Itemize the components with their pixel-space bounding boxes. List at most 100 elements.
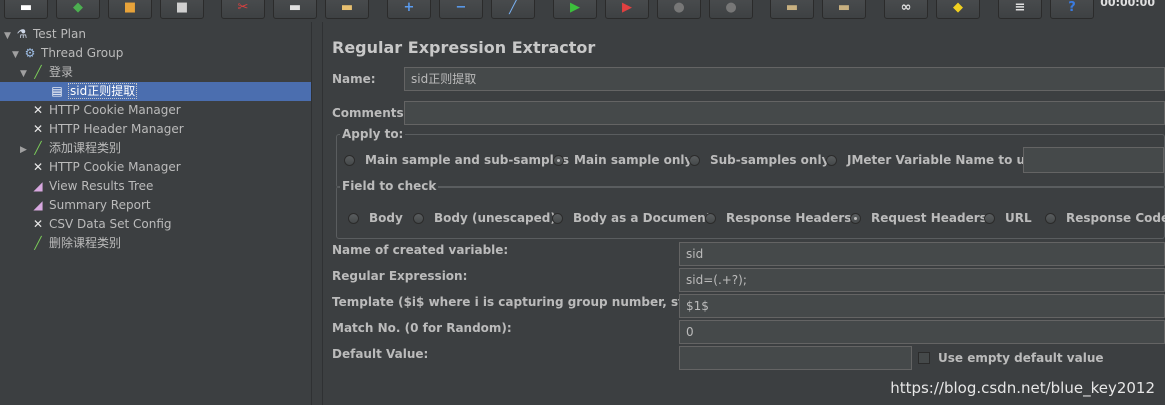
extractor-panel: Regular Expression Extractor Name: sid正则… [323,22,1165,405]
paste-icon: ▬ [340,0,354,15]
toggle-button[interactable]: ╱ [491,0,535,19]
jmeter-variable-field[interactable] [1023,147,1164,173]
radio-indicator [984,212,995,224]
copy-button[interactable]: ▬ [273,0,317,19]
open-icon: ■ [123,0,137,15]
tree-node[interactable]: ╱ 删除课程类别 [20,234,121,253]
watermark: https://blog.csdn.net/blue_key2012 [890,379,1155,397]
radio-indicator [552,212,563,224]
comments-label: Comments: [332,106,409,120]
radio-indicator [826,154,837,166]
default-value-field[interactable] [679,346,912,370]
expand-button[interactable]: + [387,0,431,19]
field-response-code-radio[interactable]: Response Code [1045,211,1165,225]
radio-indicator [413,212,424,224]
tree-node[interactable]: ✕ HTTP Cookie Manager [20,158,181,177]
stop-button[interactable]: ● [657,0,701,19]
clear-icon: ▬ [785,0,799,15]
search-button[interactable]: ∞ [884,0,928,19]
radio-indicator [344,154,355,166]
tree-node[interactable]: ▼ ⚙ Thread Group [12,44,123,63]
radio-label: Response Code [1066,211,1165,225]
paste-button[interactable]: ▬ [325,0,369,19]
toggle-icon: ╱ [509,0,517,15]
name-label: Name: [332,72,376,86]
expand-icon: + [403,0,415,15]
regex-label: Regular Expression: [332,269,468,283]
created-variable-field[interactable]: sid [679,242,1165,266]
radio-label: JMeter Variable Name to use [847,153,1041,167]
apply-main-only-radio[interactable]: Main sample only [553,153,692,167]
field-body-radio[interactable]: Body [348,211,403,225]
search-icon: ∞ [900,0,912,15]
template-field[interactable]: $1$ [679,294,1165,318]
tree-node[interactable]: ▤ sid正则提取 [0,82,350,101]
copy-icon: ▬ [288,0,302,15]
start-no-pauses-button[interactable]: ▶ [605,0,649,19]
radio-label: Body (unescaped) [434,211,556,225]
tree-node[interactable]: ▼ ⚗ Test Plan [4,25,86,44]
reset-search-icon: ◆ [953,0,963,15]
field-response-headers-radio[interactable]: Response Headers [705,211,851,225]
reset-search-button[interactable]: ◆ [936,0,980,19]
radio-label: URL [1005,211,1032,225]
field-body-document-radio[interactable]: Body as a Document [552,211,711,225]
radio-label: Request Headers [871,211,987,225]
tree-node[interactable]: ▼ ╱ 登录 [20,63,73,82]
tree-node-label: CSV Data Set Config [49,217,172,231]
start-button[interactable]: ▶ [553,0,597,19]
match-number-label: Match No. (0 for Random): [332,321,512,335]
config-icon: ✕ [32,122,44,136]
name-field[interactable]: sid正则提取 [404,67,1165,91]
field-body-unescaped-radio[interactable]: Body (unescaped) [413,211,556,225]
save-button[interactable]: ■ [160,0,204,19]
apply-jmeter-variable-radio[interactable]: JMeter Variable Name to use [826,153,1040,167]
tree-node[interactable]: ✕ CSV Data Set Config [20,215,172,234]
field-url-radio[interactable]: URL [984,211,1032,225]
tree-node-label: sid正则提取 [68,83,138,99]
tree-node-label: View Results Tree [49,179,154,193]
gear-icon: ⚙ [24,46,36,60]
cut-button[interactable]: ✂ [221,0,265,19]
clear-all-button[interactable]: ▬ [822,0,866,19]
tree-node[interactable]: ▶ ╱ 添加课程类别 [20,139,121,158]
apply-main-and-sub-radio[interactable]: Main sample and sub-samples [344,153,569,167]
clear-button[interactable]: ▬ [770,0,814,19]
stop-icon: ● [673,0,685,15]
radio-indicator [705,212,716,224]
flask-icon: ⚗ [16,27,28,41]
open-button[interactable]: ■ [108,0,152,19]
split-pane-divider[interactable] [311,22,323,405]
radio-label: Main sample only [574,153,693,167]
radio-label: Main sample and sub-samples [365,153,570,167]
match-number-field[interactable]: 0 [679,320,1165,344]
elapsed-timer: 00:00:00 [1100,0,1155,9]
comments-field[interactable] [404,101,1165,125]
tree-node[interactable]: ✕ HTTP Cookie Manager [20,101,181,120]
new-button[interactable]: ▬ [4,0,48,19]
shutdown-button[interactable]: ● [709,0,753,19]
field-request-headers-radio[interactable]: Request Headers [850,211,987,225]
collapse-button[interactable]: − [439,0,483,19]
apply-sub-only-radio[interactable]: Sub-samples only [689,153,829,167]
apply-to-title: Apply to: [340,127,406,141]
tree-node[interactable]: ◢ Summary Report [20,196,150,215]
templates-button[interactable]: ◆ [56,0,100,19]
clear-all-icon: ▬ [837,0,851,15]
function-helper-button[interactable]: ≡ [998,0,1042,19]
tree-node[interactable]: ◢ View Results Tree [20,177,153,196]
help-button[interactable]: ? [1050,0,1094,19]
config-icon: ✕ [32,160,44,174]
toolbar: ▬ ◆ ■ ■ ✂ ▬ ▬ + − ╱ ▶ ▶ ● ● ▬ ▬ ∞ ◆ ≡? 00:00:00 [0,0,1165,22]
tree-node[interactable]: ✕ HTTP Header Manager [20,120,184,139]
radio-label: Body [369,211,403,225]
test-plan-tree: ▼ ⚗ Test Plan ▼ ⚙ Thread Group ▼ ╱ 登录 ▤ sid正则提取 ✕ HT… [0,22,350,405]
checkbox-label: Use empty default value [938,351,1104,365]
regex-field[interactable]: sid=(.+?); [679,268,1165,292]
save-icon: ■ [175,0,189,15]
use-empty-default-checkbox[interactable]: Use empty default value [918,351,1104,365]
tree-node-label: HTTP Header Manager [49,122,184,136]
radio-label: Body as a Document [573,211,712,225]
sampler-icon: ╱ [34,141,42,155]
templates-icon: ◆ [73,0,83,15]
